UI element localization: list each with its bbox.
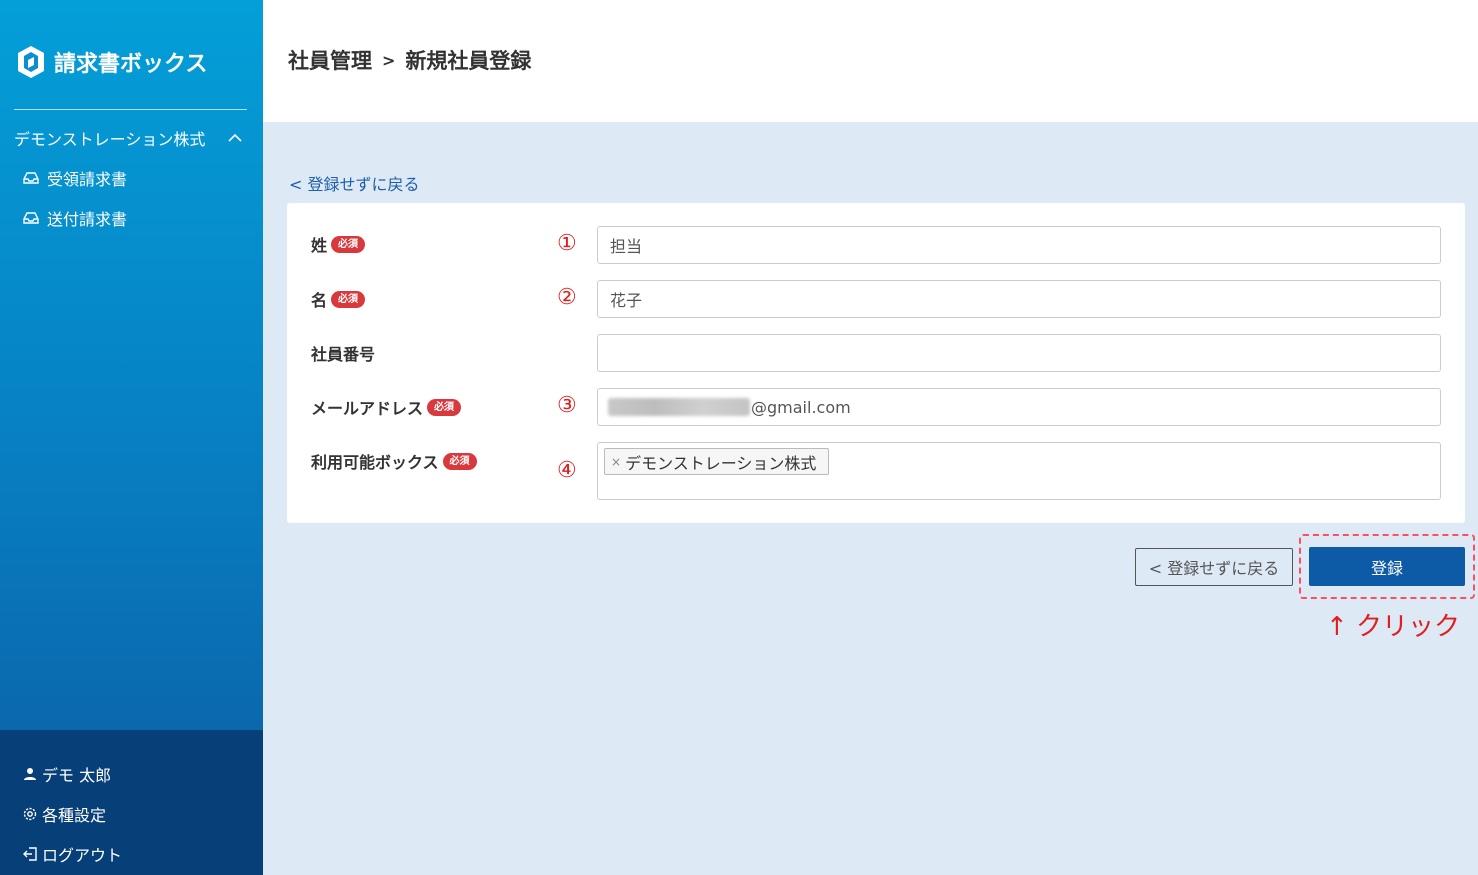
inbox-icon [23,212,39,224]
sidebar: 請求書ボックス デモンストレーション株式 受領請求書 送付請求書 デモ 太郎 各… [0,0,263,875]
breadcrumb: 社員管理 > 新規社員登録 [288,45,531,75]
logout-icon [23,847,37,861]
selected-box-tag: × デモンストレーション株式 [604,448,830,475]
divider [14,109,247,110]
email-input[interactable]: @gmail.com [597,388,1441,426]
employee-number-input[interactable] [597,334,1441,372]
required-badge: 必須 [442,452,477,470]
brand[interactable]: 請求書ボックス [14,42,207,82]
step-marker-4: ④ [557,458,577,483]
last-name-input[interactable]: 担当 [597,226,1441,264]
inbox-icon [23,172,39,184]
logout-label: ログアウト [42,846,123,865]
user-menu[interactable]: デモ 太郎 [22,762,111,786]
remove-tag-icon[interactable]: × [611,455,621,469]
first-name-input[interactable]: 花子 [597,280,1441,318]
click-annotation: ↑ クリック [1326,612,1461,642]
required-badge: 必須 [331,290,366,308]
email-domain: @gmail.com [751,397,851,417]
register-button[interactable]: 登録 [1309,547,1465,586]
back-link[interactable]: < 登録せずに戻る [289,171,420,195]
chevron-up-icon [228,133,242,142]
sidebar-item-label: 受領請求書 [47,170,128,189]
last-name-value: 担当 [610,237,643,256]
first-name-label-text: 名 [311,291,328,310]
settings-link[interactable]: 各種設定 [22,802,106,826]
selected-box-label: デモンストレーション株式 [625,453,817,473]
logout-link[interactable]: ログアウト [22,842,122,866]
user-name: デモ 太郎 [42,766,112,785]
sidebar-item-received-invoices[interactable]: 受領請求書 [22,166,127,190]
user-icon [24,768,36,780]
brand-logo-icon [18,46,44,78]
boxes-multiselect[interactable]: × デモンストレーション株式 [597,442,1441,500]
boxes-label: 利用可能ボックス 必須 [311,450,477,472]
sidebar-item-sent-invoices[interactable]: 送付請求書 [22,206,127,230]
first-name-value: 花子 [610,291,643,310]
last-name-label-text: 姓 [311,236,328,255]
email-label: メールアドレス 必須 [311,396,462,418]
breadcrumb-separator: > [382,50,396,70]
cancel-button[interactable]: < 登録せずに戻る [1135,548,1293,586]
first-name-label: 名 必須 [311,288,366,310]
company-switcher[interactable]: デモンストレーション株式 [14,126,247,150]
settings-label: 各種設定 [42,806,107,825]
required-badge: 必須 [427,398,462,416]
step-marker-2: ② [557,285,577,310]
employee-form: 姓 必須 ① 担当 名 必須 ② 花子 社員番号 メールアドレス 必須 ③ @g… [287,203,1465,523]
sidebar-item-label: 送付請求書 [47,210,128,229]
email-label-text: メールアドレス [311,399,424,418]
last-name-label: 姓 必須 [311,233,366,255]
employee-number-label-text: 社員番号 [311,345,376,364]
step-marker-1: ① [557,231,577,256]
employee-number-label: 社員番号 [311,342,375,364]
required-badge: 必須 [331,235,366,253]
step-marker-3: ③ [557,393,577,418]
breadcrumb-parent[interactable]: 社員管理 [288,45,372,75]
sidebar-footer: デモ 太郎 各種設定 ログアウト [0,730,263,875]
company-name: デモンストレーション株式 [14,130,206,149]
redacted-email-local-part [608,398,750,416]
boxes-label-text: 利用可能ボックス [311,453,439,472]
gear-icon [23,807,37,821]
page-header: 社員管理 > 新規社員登録 [263,0,1478,122]
brand-name: 請求書ボックス [54,52,208,77]
page-title: 新規社員登録 [405,49,532,73]
